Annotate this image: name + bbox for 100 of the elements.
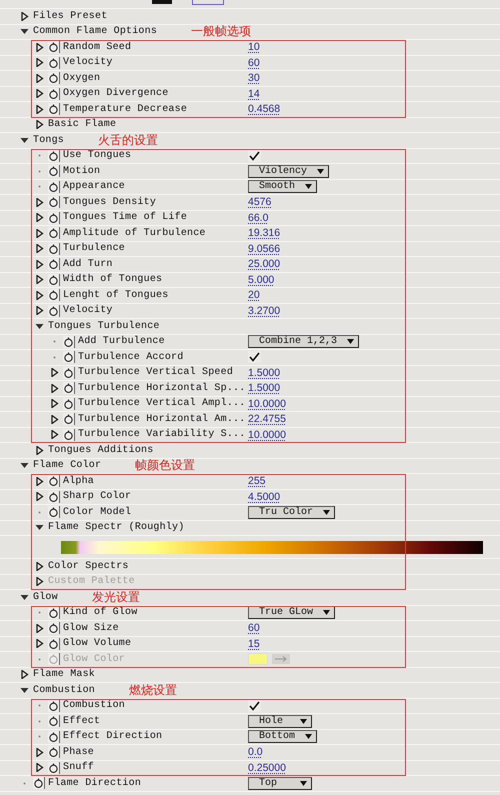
value-field[interactable]: 30 <box>248 72 260 84</box>
value-field[interactable]: 22.4755 <box>248 413 286 426</box>
stopwatch-icon[interactable] <box>48 88 60 100</box>
stopwatch-icon[interactable] <box>63 413 75 426</box>
dropdown[interactable]: Combine 1,2,3 <box>248 335 360 348</box>
stopwatch-icon[interactable] <box>48 150 60 162</box>
value-field[interactable]: 25.000 <box>248 258 280 270</box>
stopwatch-icon[interactable] <box>48 56 60 69</box>
value-field[interactable]: 10.0000 <box>248 398 286 410</box>
parameter-label: Velocity <box>63 305 113 316</box>
collapse-triangle-icon[interactable] <box>20 136 29 145</box>
stopwatch-icon[interactable] <box>48 212 60 224</box>
stopwatch-icon[interactable] <box>48 490 60 503</box>
collapse-triangle-icon[interactable] <box>20 592 29 602</box>
parameter-label: Glow Volume <box>63 638 132 650</box>
value-field[interactable]: 10.0000 <box>248 428 286 441</box>
group-label[interactable]: Color Spectrs <box>48 560 129 572</box>
dropdown[interactable]: True GLow <box>248 606 336 620</box>
stopwatch-icon[interactable] <box>48 72 60 84</box>
parameter-label: Turbulence Horizontal Am... <box>78 414 246 425</box>
collapse-triangle-icon[interactable] <box>35 523 44 532</box>
value-field[interactable]: 66.0 <box>248 212 268 224</box>
stopwatch-icon[interactable] <box>63 428 75 441</box>
stopwatch-icon[interactable] <box>63 366 75 379</box>
stopwatch-icon[interactable] <box>48 746 60 758</box>
stopwatch-icon[interactable] <box>48 638 60 650</box>
group-label[interactable]: Flame Color <box>33 460 102 472</box>
stopwatch-icon[interactable] <box>48 103 60 116</box>
value-field[interactable]: 15 <box>248 638 260 650</box>
stopwatch-icon[interactable] <box>48 730 60 743</box>
expand-triangle-icon[interactable] <box>20 670 29 680</box>
value-field[interactable]: 0.0 <box>248 746 263 758</box>
stopwatch-icon[interactable] <box>48 227 60 240</box>
value-field[interactable]: 20 <box>248 289 260 302</box>
stopwatch-icon[interactable] <box>63 382 75 394</box>
stopwatch-icon[interactable] <box>48 715 60 728</box>
parameter-label: Appearance <box>63 181 126 192</box>
value-field[interactable]: 14 <box>248 88 260 100</box>
stopwatch-icon[interactable] <box>48 258 60 270</box>
stopwatch-icon[interactable] <box>48 274 60 286</box>
stopwatch-icon[interactable] <box>63 336 75 348</box>
checkbox[interactable] <box>248 351 261 364</box>
dropdown[interactable]: Hole <box>248 714 312 728</box>
expand-triangle-icon[interactable] <box>35 562 44 571</box>
group-label[interactable]: Tongs <box>33 134 64 146</box>
group-label[interactable]: Glow <box>33 592 58 603</box>
value-field[interactable]: 4.5000 <box>248 490 280 503</box>
stopwatch-icon[interactable] <box>48 41 60 54</box>
stopwatch-icon[interactable] <box>48 165 60 178</box>
stopwatch-icon[interactable] <box>48 506 60 518</box>
stopwatch-icon[interactable] <box>48 242 60 255</box>
group-label[interactable]: Basic Flame <box>48 119 116 130</box>
stopwatch-icon[interactable] <box>48 606 60 619</box>
group-label[interactable]: Combustion <box>33 684 96 696</box>
value-field[interactable]: 60 <box>248 56 260 69</box>
value-field[interactable]: 0.25000 <box>248 762 286 774</box>
stopwatch-icon[interactable] <box>48 196 60 208</box>
dropdown[interactable]: Smooth <box>248 180 318 194</box>
collapse-triangle-icon[interactable] <box>20 27 29 36</box>
stopwatch-icon[interactable] <box>48 180 60 193</box>
stopwatch-icon[interactable] <box>48 700 60 712</box>
collapse-triangle-icon[interactable] <box>35 322 44 331</box>
stopwatch-icon[interactable] <box>48 304 60 317</box>
value-field[interactable]: 0.4568 <box>248 103 280 116</box>
value-field[interactable]: 60 <box>248 622 260 634</box>
value-field[interactable]: 255 <box>248 475 266 488</box>
stopwatch-icon[interactable] <box>48 289 60 302</box>
stopwatch-icon[interactable] <box>33 777 45 790</box>
group-label[interactable]: Files Preset <box>33 10 108 22</box>
parameter-label: Glow Size <box>63 622 119 634</box>
expand-triangle-icon[interactable] <box>35 446 44 455</box>
expand-triangle-icon[interactable] <box>20 12 29 21</box>
stopwatch-icon[interactable] <box>48 475 60 488</box>
value-field[interactable]: 5.000 <box>248 274 274 286</box>
collapse-triangle-icon[interactable] <box>20 461 29 470</box>
value-field[interactable]: 3.2700 <box>248 304 280 317</box>
dropdown[interactable]: Tru Color <box>248 506 336 519</box>
group-label[interactable]: Flame Mask <box>33 669 96 680</box>
parameter-label: Kind of Glow <box>63 607 138 618</box>
group-label[interactable]: Flame Spectr (Roughly) <box>48 522 184 534</box>
value-field[interactable]: 1.5000 <box>248 382 280 394</box>
value-field[interactable]: 19.316 <box>248 227 280 240</box>
dropdown[interactable]: Top <box>248 776 312 790</box>
stopwatch-icon[interactable] <box>48 622 60 634</box>
group-label[interactable]: Tongues Additions <box>48 444 154 456</box>
dropdown[interactable]: Bottom <box>248 730 318 744</box>
value-field[interactable]: 9.0566 <box>248 242 280 255</box>
checkbox[interactable] <box>248 700 261 712</box>
group-label[interactable]: Tongues Turbulence <box>48 320 160 332</box>
dropdown[interactable]: Violency <box>248 164 330 178</box>
value-field[interactable]: 1.5000 <box>248 366 280 379</box>
value-field[interactable]: 4576 <box>248 196 272 208</box>
stopwatch-icon[interactable] <box>48 762 60 774</box>
stopwatch-icon[interactable] <box>63 398 75 410</box>
expand-triangle-icon[interactable] <box>35 120 44 130</box>
checkbox[interactable] <box>248 150 261 162</box>
value-field[interactable]: 10 <box>248 41 260 54</box>
group-label[interactable]: Common Flame Options <box>33 26 158 38</box>
collapse-triangle-icon[interactable] <box>20 686 29 695</box>
stopwatch-icon[interactable] <box>63 351 75 364</box>
